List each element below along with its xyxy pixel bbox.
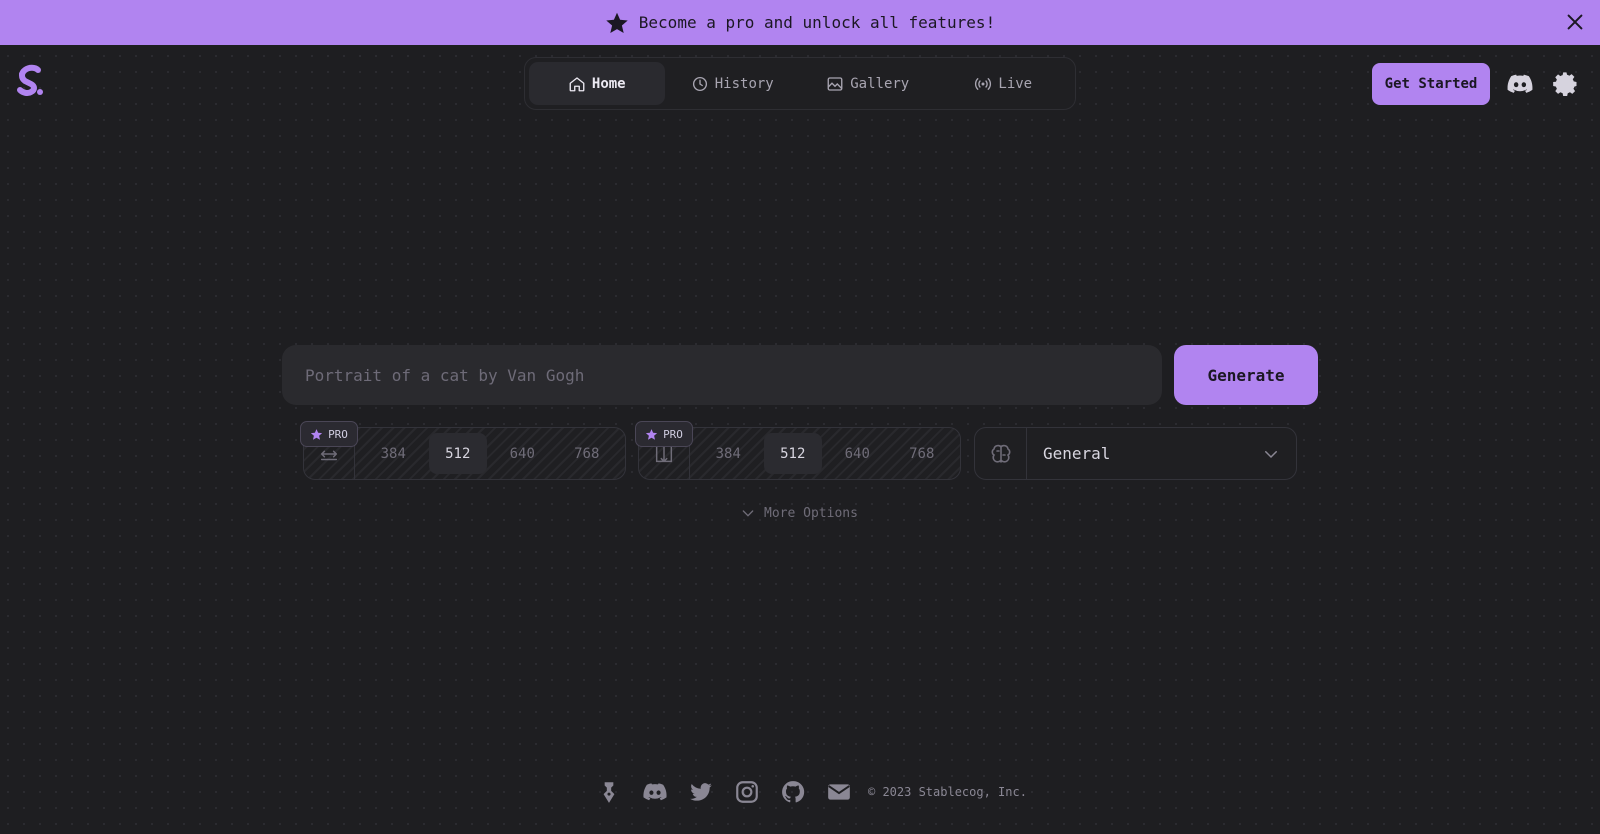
generate-button[interactable]: Generate [1174,345,1318,405]
instagram-icon[interactable] [734,779,760,805]
more-options-toggle[interactable]: More Options [740,503,860,523]
stablecog-logo[interactable] [16,64,46,102]
main-nav: Home History Gallery Live [524,57,1076,110]
pen-icon[interactable] [596,779,622,805]
pro-badge-label: PRO [328,427,348,441]
nav-home-label: Home [591,75,626,92]
nav-gallery-label: Gallery [850,75,910,92]
pro-badge: PRO [300,421,358,447]
footer: © 2023 Stablecog, Inc. [596,778,1027,806]
width-option-512[interactable]: 512 [428,433,487,474]
brain-icon [975,428,1027,479]
model-select[interactable]: General [974,427,1297,480]
star-icon [605,11,629,35]
height-option-384[interactable]: 384 [699,433,757,474]
nav-gallery[interactable]: Gallery [800,62,936,105]
width-option-768[interactable]: 768 [558,433,616,474]
gallery-icon [826,75,844,93]
get-started-button[interactable]: Get Started [1372,63,1490,105]
height-option-512[interactable]: 512 [763,433,822,474]
nav-history-label: History [714,75,774,92]
height-option-640[interactable]: 640 [828,433,886,474]
home-icon [568,75,586,93]
history-icon [691,75,709,93]
nav-live[interactable]: Live [936,62,1072,105]
github-icon[interactable] [780,779,806,805]
width-option-640[interactable]: 640 [493,433,551,474]
copyright-text: © 2023 Stablecog, Inc. [868,785,1027,799]
star-icon [310,428,323,441]
model-select-value: General [1043,444,1111,463]
nav-history[interactable]: History [665,62,801,105]
chevron-down-icon [740,505,756,521]
pro-badge-label: PRO [663,427,683,441]
nav-live-label: Live [998,75,1033,92]
discord-icon[interactable] [1506,70,1534,98]
close-icon[interactable] [1564,11,1586,33]
star-icon [645,428,658,441]
pro-badge: PRO [635,421,693,447]
live-icon [974,75,992,93]
more-options-label: More Options [764,505,858,521]
prompt-input[interactable] [282,345,1162,405]
banner-text: Become a pro and unlock all features! [638,13,996,32]
nav-home[interactable]: Home [529,62,665,105]
chevron-down-icon [1262,445,1280,463]
height-option-768[interactable]: 768 [893,433,951,474]
gear-icon[interactable] [1552,70,1580,98]
mail-icon[interactable] [826,779,852,805]
twitter-icon[interactable] [688,779,714,805]
width-option-384[interactable]: 384 [364,433,422,474]
discord-icon[interactable] [642,779,668,805]
promo-banner[interactable]: Become a pro and unlock all features! [0,0,1600,45]
